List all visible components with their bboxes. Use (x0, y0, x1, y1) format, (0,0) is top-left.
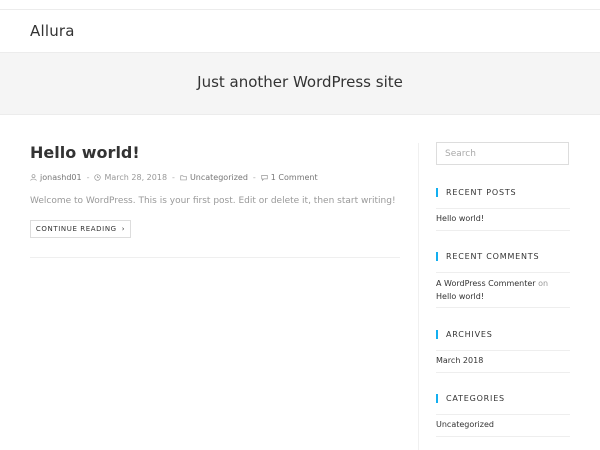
comment-on-text: on (538, 279, 549, 288)
comment-author-link[interactable]: A WordPress Commenter (436, 279, 536, 288)
category-link[interactable]: Uncategorized (436, 420, 494, 429)
site-title[interactable]: Allura (30, 22, 75, 40)
post-comments-link[interactable]: 1 Comment (271, 173, 318, 182)
post-author: jonashd01 (30, 173, 82, 182)
widget-divider (436, 350, 570, 351)
accent-bar (436, 394, 438, 403)
post-meta: jonashd01 - March 28, 2018 - Uncategoriz… (30, 173, 318, 182)
top-divider (0, 9, 600, 10)
post-author-link[interactable]: jonashd01 (40, 173, 82, 182)
widget-divider (436, 307, 570, 308)
widget-divider (436, 208, 570, 209)
meta-separator: - (86, 173, 90, 182)
search-input[interactable] (436, 142, 569, 165)
folder-icon (180, 175, 187, 181)
widget-title-recent-comments: RECENT COMMENTS (436, 252, 539, 261)
recent-post-link[interactable]: Hello world! (436, 214, 484, 223)
widget-title-text: CATEGORIES (446, 394, 505, 403)
accent-bar (436, 330, 438, 339)
widget-title-archives: ARCHIVES (436, 330, 493, 339)
sidebar-divider (418, 143, 419, 450)
widget-title-categories: CATEGORIES (436, 394, 505, 403)
widget-divider (436, 230, 570, 231)
accent-bar (436, 252, 438, 261)
widget-divider (436, 436, 570, 437)
comment-post-link[interactable]: Hello world! (436, 292, 484, 301)
widget-title-text: RECENT COMMENTS (446, 252, 540, 261)
user-icon (30, 174, 37, 181)
post-category: Uncategorized (180, 173, 248, 182)
widget-divider (436, 372, 570, 373)
post-date: March 28, 2018 (94, 173, 167, 182)
widget-title-text: RECENT POSTS (446, 188, 517, 197)
meta-separator: - (252, 173, 256, 182)
widget-title-text: ARCHIVES (446, 330, 493, 339)
widget-title-recent-posts: RECENT POSTS (436, 188, 516, 197)
widget-divider (436, 414, 570, 415)
clock-icon (94, 174, 102, 181)
chevron-right-icon: › (121, 225, 126, 233)
accent-bar (436, 188, 438, 197)
recent-comment-item: A WordPress Commenter on Hello world! (436, 277, 570, 303)
post-comments: 1 Comment (261, 173, 318, 182)
continue-reading-label: CONTINUE READING (35, 225, 117, 233)
site-tagline: Just another WordPress site (197, 73, 403, 91)
page-header-banner: Just another WordPress site (0, 52, 600, 115)
comment-icon (261, 175, 268, 181)
meta-separator: - (172, 173, 175, 182)
archive-link[interactable]: March 2018 (436, 356, 483, 365)
post-title[interactable]: Hello world! (30, 143, 140, 162)
post-date-text: March 28, 2018 (104, 173, 168, 182)
post-divider (30, 257, 400, 258)
post-excerpt: Welcome to WordPress. This is your first… (30, 196, 396, 206)
continue-reading-button[interactable]: CONTINUE READING › (30, 220, 131, 238)
widget-divider (436, 272, 570, 273)
post-category-link[interactable]: Uncategorized (190, 173, 248, 182)
